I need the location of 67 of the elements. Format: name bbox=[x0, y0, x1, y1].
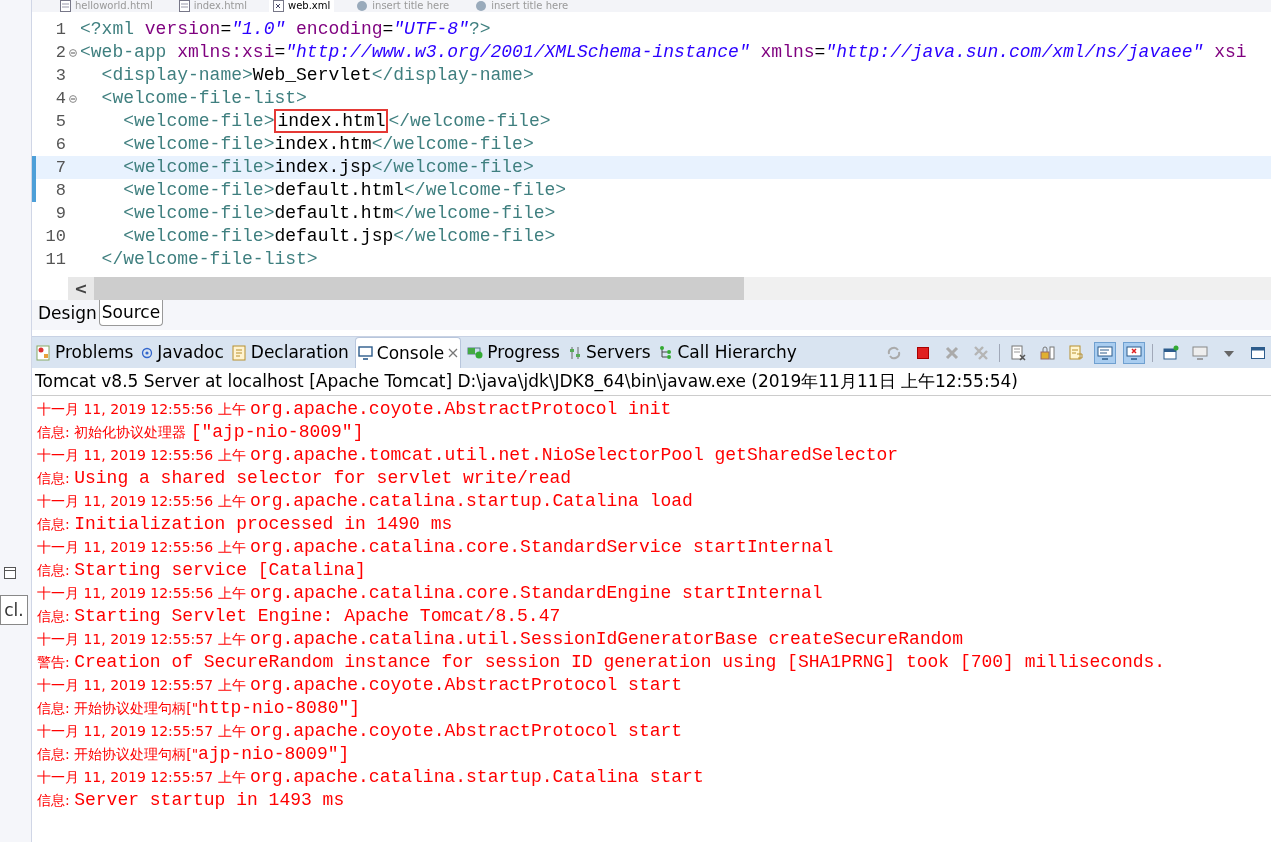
log-line: 十一月 11, 2019 12:55:56 上午 org.apache.catalina.core.StandardEngine startInternal bbox=[37, 582, 824, 605]
scroll-left-button[interactable]: < bbox=[68, 277, 94, 300]
scrollbar-thumb[interactable] bbox=[94, 277, 744, 300]
problems-icon bbox=[36, 344, 51, 361]
view-tab[interactable]: Servers bbox=[565, 337, 653, 368]
window-icon[interactable] bbox=[4, 567, 16, 579]
line-number: 10 bbox=[44, 228, 66, 245]
view-tab[interactable]: Problems bbox=[34, 337, 136, 368]
monitor-icon bbox=[357, 345, 373, 361]
code-line: <display-name>Web_Servlet</display-name> bbox=[100, 64, 534, 87]
view-tab[interactable]: Console bbox=[354, 337, 462, 368]
log-line: 十一月 11, 2019 12:55:56 上午 org.apache.coyote.AbstractProtocol init bbox=[37, 398, 673, 421]
close-icon[interactable] bbox=[448, 348, 459, 358]
log-line: 信息: 开始协议处理句柄["http-nio-8080"] bbox=[37, 697, 362, 720]
log-line: 信息: Starting Servlet Engine: Apache Tomcat/8.5.47 bbox=[37, 605, 562, 628]
hierarchy-icon bbox=[658, 345, 674, 360]
code-line: <welcome-file>default.jsp</welcome-file> bbox=[122, 225, 556, 248]
code-line: <welcome-file>default.htm</welcome-file> bbox=[122, 202, 556, 225]
log-line: 信息: Server startup in 1493 ms bbox=[37, 789, 346, 812]
view-tab[interactable]: Design bbox=[36, 300, 99, 326]
view-tab[interactable]: Declaration bbox=[229, 337, 351, 368]
log-line: 十一月 11, 2019 12:55:57 上午 org.apache.catalina.util.SessionIdGeneratorBase createSecureRandom bbox=[37, 628, 964, 651]
line-number: 2 bbox=[54, 44, 66, 61]
line-number: 8 bbox=[54, 182, 66, 199]
code-line: <welcome-file>index.jsp</welcome-file> bbox=[122, 156, 534, 179]
log-line: 十一月 11, 2019 12:55:57 上午 org.apache.catalina.startup.Catalina start bbox=[37, 766, 705, 789]
collapse-icon[interactable] bbox=[69, 94, 77, 103]
line-number: 3 bbox=[54, 67, 66, 84]
globe-icon bbox=[356, 0, 369, 12]
collapse-icon[interactable] bbox=[69, 48, 77, 57]
console-header: Tomcat v8.5 Server at localhost [Apache Tomcat] D:\java\jdk\JDK8_64\bin\javaw.exe (2019年11月11日 上午12:55:54) bbox=[32, 368, 1271, 396]
log-line: 信息: 开始协议处理句柄["ajp-nio-8009"] bbox=[37, 743, 351, 766]
line-number: 6 bbox=[54, 136, 66, 153]
log-line: 信息: Starting service [Catalina] bbox=[37, 559, 367, 582]
log-line: 十一月 11, 2019 12:55:56 上午 org.apache.catalina.startup.Catalina load bbox=[37, 490, 694, 513]
code-line: <welcome-file>index.htm</welcome-file> bbox=[122, 133, 534, 156]
editor-tab[interactable]: web.xml bbox=[269, 0, 335, 12]
code-line: <welcome-file>default.html</welcome-file> bbox=[122, 179, 567, 202]
log-line: 警告: Creation of SecureRandom instance for session ID generation using [SHA1PRNG] took [700] milliseconds. bbox=[37, 651, 1167, 674]
log-line: 十一月 11, 2019 12:55:56 上午 org.apache.catalina.core.StandardService startInternal bbox=[37, 536, 835, 559]
servers-icon bbox=[567, 345, 582, 360]
log-line: 十一月 11, 2019 12:55:56 上午 org.apache.tomcat.util.net.NioSelectorPool getSharedSelector bbox=[37, 444, 900, 467]
log-line: 信息: Initialization processed in 1490 ms bbox=[37, 513, 454, 536]
at-sign-icon bbox=[141, 346, 154, 359]
line-number: 11 bbox=[44, 251, 66, 268]
progress-icon bbox=[467, 346, 484, 359]
line-number: 9 bbox=[54, 205, 66, 222]
view-tab[interactable]: Javadoc bbox=[139, 337, 226, 368]
line-number: 7 bbox=[54, 159, 66, 176]
log-line: 十一月 11, 2019 12:55:57 上午 org.apache.coyote.AbstractProtocol start bbox=[37, 674, 684, 697]
view-tab[interactable]: Progress bbox=[465, 337, 562, 368]
log-line: 十一月 11, 2019 12:55:57 上午 org.apache.coyote.AbstractProtocol start bbox=[37, 720, 684, 743]
code-line: <welcome-file-list> bbox=[100, 87, 307, 110]
code-line: <?xml version="1.0" encoding="UTF-8"?> bbox=[80, 18, 491, 41]
globe-icon bbox=[475, 0, 488, 12]
declaration-icon bbox=[231, 344, 247, 361]
line-number: 4 bbox=[54, 90, 66, 107]
code-line: <welcome-file> index.html </welcome-file> bbox=[122, 110, 551, 133]
view-tab[interactable]: Call Hierarchy bbox=[656, 337, 799, 368]
line-number: 5 bbox=[54, 113, 66, 130]
log-line: 信息: Using a shared selector for servlet write/read bbox=[37, 467, 573, 490]
view-tab[interactable]: Source bbox=[98, 300, 164, 326]
side-button[interactable]: cl. bbox=[0, 595, 28, 625]
line-number: 1 bbox=[54, 21, 66, 38]
code-line: <web-app xmlns:xsi="http://www.w3.org/2001/XMLSchema-instance" xmlns="http://java.sun.com/xml/ns/javaee" xsi bbox=[80, 41, 1247, 64]
log-line: 信息: 初始化协议处理器 ["ajp-nio-8009"] bbox=[37, 421, 365, 444]
code-line: </welcome-file-list> bbox=[100, 248, 318, 271]
